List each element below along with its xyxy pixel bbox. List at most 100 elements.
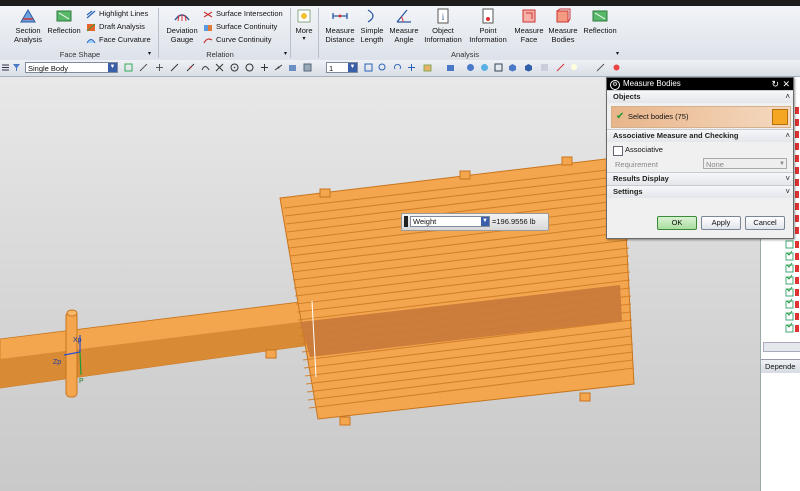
highlight-lines-button[interactable]: Highlight Lines <box>86 8 148 19</box>
apply-button[interactable]: Apply <box>701 216 741 230</box>
objects-section-header[interactable]: Objects ˄ <box>607 90 793 103</box>
section-view-icon[interactable] <box>556 63 565 72</box>
zoom-icon[interactable] <box>378 63 387 72</box>
grid-snap-icon[interactable] <box>155 63 164 72</box>
reflection-analysis-button[interactable]: Reflection <box>581 8 619 50</box>
chevron-down-icon: ▼ <box>108 63 117 72</box>
reflection-button[interactable]: Reflection <box>46 8 82 50</box>
body-filter-dropdown[interactable]: Single Body ▼ <box>25 62 118 73</box>
control-point-icon[interactable] <box>201 63 210 72</box>
horizontal-scrollbar[interactable] <box>763 342 800 352</box>
dependents-panel-header[interactable]: Depende <box>761 359 800 373</box>
curve-continuity-icon <box>203 37 213 43</box>
surface-intersection-icon <box>203 11 213 18</box>
intersection-icon[interactable] <box>215 63 224 72</box>
cube-icon[interactable] <box>772 109 788 125</box>
dialog-title: Measure Bodies <box>623 79 681 88</box>
measure-bodies-icon <box>556 8 571 23</box>
quadrant-icon[interactable] <box>245 63 254 72</box>
point-information-button[interactable]: Point Information <box>466 8 510 50</box>
xp-axis-label: Xp <box>73 337 82 344</box>
measure-bodies-dialog: ⚙ Measure Bodies ↻ ✕ Objects ˄ ✔ Select … <box>606 77 794 239</box>
isometric-icon[interactable] <box>508 63 517 72</box>
more-dropdown-icon: ▾ <box>302 36 306 42</box>
point-information-icon <box>482 8 494 24</box>
cancel-button[interactable]: Cancel <box>745 216 785 230</box>
point-information-label: Point Information <box>469 26 507 44</box>
deviation-gauge-button[interactable]: Deviation Gauge <box>163 8 201 50</box>
surface-continuity-button[interactable]: Surface Continuity <box>203 21 277 32</box>
curve-continuity-button[interactable]: Curve Continuity <box>203 34 271 45</box>
point-on-face-icon[interactable] <box>288 63 297 72</box>
fit-icon[interactable] <box>364 63 373 72</box>
results-display-label: Results Display <box>613 174 669 183</box>
menu-icon[interactable] <box>1 63 10 72</box>
drag-handle[interactable] <box>404 216 408 227</box>
more-label: More <box>295 26 313 35</box>
measure-distance-label: Measure Distance <box>325 26 355 44</box>
simple-length-button[interactable]: Simple Length <box>357 8 387 50</box>
results-display-header[interactable]: Results Display ˅ <box>607 172 793 185</box>
gear-icon: ⚙ <box>610 80 620 90</box>
chevron-down-icon: ˅ <box>785 187 790 196</box>
existing-point-icon[interactable] <box>260 63 269 72</box>
face-curvature-button[interactable]: Face Curvature <box>86 34 151 45</box>
chevron-down-icon: ▼ <box>779 161 785 167</box>
weight-readout[interactable]: Weight ▼ =196.9556 lb <box>401 213 549 231</box>
surface-intersection-button[interactable]: Surface Intersection <box>203 8 283 19</box>
toolbar-options-icon[interactable] <box>612 63 621 72</box>
requirement-dropdown[interactable]: None ▼ <box>703 158 787 169</box>
shaded-icon[interactable] <box>480 63 489 72</box>
background-icon[interactable] <box>466 63 475 72</box>
magnify-icon[interactable] <box>570 63 579 72</box>
measure-bodies-label: Measure Bodies <box>548 26 578 44</box>
wireframe-icon[interactable] <box>494 63 503 72</box>
deviation-gauge-icon <box>174 14 190 22</box>
snap-icon[interactable] <box>124 63 133 72</box>
draft-analysis-button[interactable]: Draft Analysis <box>86 21 145 32</box>
view-orient-icon[interactable] <box>423 63 432 72</box>
select-bodies-row[interactable]: ✔ Select bodies (75) <box>611 106 791 128</box>
end-point-icon[interactable] <box>170 63 179 72</box>
measure-angle-button[interactable]: Measure Angle <box>388 8 420 50</box>
more-button[interactable]: More ▾ <box>293 8 315 50</box>
measure-face-label: Measure Face <box>514 26 544 44</box>
requirement-label: Requirement <box>615 160 658 169</box>
rotate-icon[interactable] <box>393 63 402 72</box>
reset-icon[interactable]: ↻ <box>771 78 779 90</box>
face-shape-expand-icon[interactable]: ▾ <box>148 50 151 57</box>
chevron-up-icon: ˄ <box>785 92 790 101</box>
settings-header[interactable]: Settings ˅ <box>607 185 793 198</box>
render-style-icon[interactable] <box>446 63 455 72</box>
surface-continuity-label: Surface Continuity <box>216 22 278 31</box>
measure-bodies-button[interactable]: Measure Bodies <box>546 8 580 50</box>
dialog-title-bar[interactable]: ⚙ Measure Bodies ↻ ✕ <box>607 78 793 90</box>
layer-dropdown[interactable]: 1 ▼ <box>326 62 358 73</box>
bounded-grid-icon[interactable] <box>303 63 312 72</box>
settings-icon[interactable] <box>596 63 605 72</box>
trimetric-icon[interactable] <box>524 63 533 72</box>
layer-settings-icon[interactable] <box>540 63 549 72</box>
panel-tab <box>579 392 591 402</box>
section-analysis-button[interactable]: Section Analysis <box>10 8 46 50</box>
ok-button[interactable]: OK <box>657 216 697 230</box>
arc-center-icon[interactable] <box>230 63 239 72</box>
relation-expand-icon[interactable]: ▾ <box>284 50 287 57</box>
associative-checkbox[interactable] <box>613 146 623 156</box>
chevron-down-icon: ▼ <box>348 63 357 72</box>
zp-axis-label: Zp <box>53 359 61 366</box>
measure-type-dropdown[interactable]: Weight ▼ <box>410 216 490 227</box>
measure-distance-button[interactable]: Measure Distance <box>321 8 359 50</box>
measure-face-button[interactable]: Measure Face <box>512 8 546 50</box>
ribbon: Section Analysis Reflection Highlight Li… <box>0 0 800 61</box>
close-icon[interactable]: ✕ <box>782 78 790 90</box>
pan-icon[interactable] <box>407 63 416 72</box>
title-strip <box>0 0 800 6</box>
analysis-expand-icon[interactable]: ▾ <box>616 50 619 57</box>
filter-icon[interactable] <box>12 63 21 72</box>
point-on-curve-icon[interactable] <box>274 63 283 72</box>
assoc-section-header[interactable]: Associative Measure and Checking ˄ <box>607 129 793 142</box>
point-snap-icon[interactable] <box>139 63 148 72</box>
mid-point-icon[interactable] <box>186 63 195 72</box>
object-information-button[interactable]: i Object Information <box>422 8 464 50</box>
